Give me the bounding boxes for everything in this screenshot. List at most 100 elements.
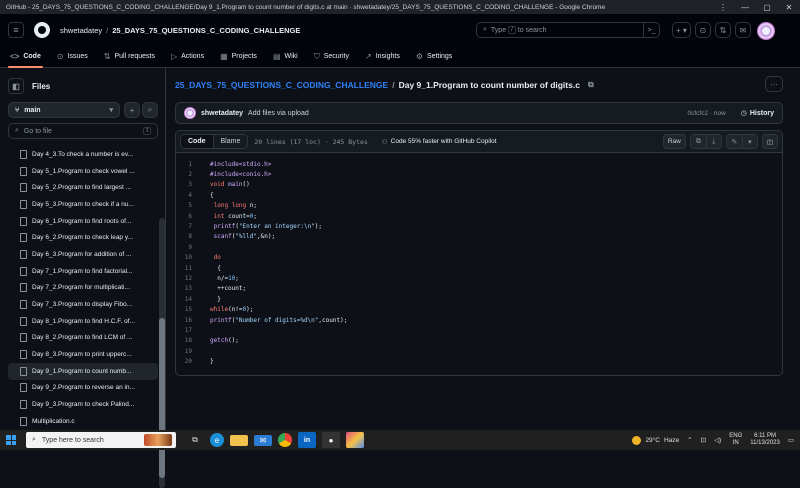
go-to-file-input[interactable]: ⌕ Go to file t — [8, 123, 158, 139]
line-number[interactable]: 15 — [176, 306, 206, 313]
file-tree-item[interactable]: Day 8_2.Program to find LCM of ... — [8, 330, 158, 347]
file-tree-item[interactable]: Day 6_3.Program for addition of ... — [8, 246, 158, 263]
notifications-icon[interactable]: ▭ — [788, 436, 794, 444]
tab-insights[interactable]: ↗ Insights — [365, 46, 400, 68]
raw-button[interactable]: Raw — [662, 134, 686, 149]
tray-chevron-icon[interactable]: ⌃ — [687, 436, 692, 444]
line-number[interactable]: 4 — [176, 192, 206, 199]
chrome-menu-icon[interactable]: ⋮ — [712, 3, 734, 12]
tab-actions[interactable]: ▷ Actions — [171, 46, 204, 68]
commit-sha[interactable]: 0cfcfc2 · now — [687, 110, 725, 117]
app-icon[interactable] — [346, 432, 364, 448]
commit-message[interactable]: Add files via upload — [248, 110, 309, 117]
task-view-icon[interactable]: ⧉ — [186, 432, 204, 448]
more-options-button[interactable]: ··· — [765, 76, 783, 92]
line-number[interactable]: 1 — [176, 161, 206, 168]
create-new-button[interactable]: + ▾ — [672, 22, 691, 38]
line-number[interactable]: 16 — [176, 317, 206, 324]
tab-settings[interactable]: ⚙ Settings — [416, 46, 452, 68]
file-explorer-icon[interactable] — [230, 434, 248, 446]
clock[interactable]: 6:11 PM 11/13/2023 — [750, 433, 780, 448]
github-logo-icon[interactable] — [34, 22, 50, 38]
avatar[interactable] — [756, 22, 775, 40]
tab-projects[interactable]: ▦ Projects — [220, 46, 257, 68]
file-tree-item[interactable]: Day 5_3.Program to check if a nu... — [8, 196, 158, 213]
file-tree-item[interactable]: Day 8_1.Program to find H.C.F. of... — [8, 313, 158, 330]
command-palette-icon[interactable]: >_ — [643, 22, 659, 38]
network-icon[interactable]: ⊡ — [701, 436, 706, 444]
minimize-button[interactable]: — — [734, 3, 756, 12]
file-tree-item[interactable]: Day 8_3.Program to print upperc... — [8, 346, 158, 363]
line-number[interactable]: 2 — [176, 171, 206, 178]
close-button[interactable]: ✕ — [778, 3, 800, 12]
line-number[interactable]: 11 — [176, 265, 206, 272]
file-tree-item[interactable]: Day 9_3.Program to check Palind... — [8, 396, 158, 413]
start-button[interactable] — [0, 430, 22, 450]
file-tree-item[interactable]: Day 9_1.Program to count numb... — [8, 362, 158, 380]
branch-selector[interactable]: ⑂ main ▾ — [8, 102, 120, 118]
issues-icon[interactable]: ⊙ — [694, 22, 711, 38]
copy-icon[interactable]: ⧉ — [690, 135, 706, 148]
volume-icon[interactable]: ◁) — [714, 436, 721, 444]
download-icon[interactable]: ⤓ — [705, 135, 721, 148]
tab-code-view[interactable]: Code — [181, 135, 214, 148]
copy-path-icon[interactable]: ⧉ — [588, 80, 594, 90]
tab-pull-requests[interactable]: ⇅ Pull requests — [104, 46, 155, 68]
tab-wiki[interactable]: ▤ Wiki — [273, 46, 298, 68]
chevron-down-icon[interactable]: ▾ — [741, 135, 757, 148]
line-number[interactable]: 13 — [176, 285, 206, 292]
line-number[interactable]: 12 — [176, 275, 206, 282]
add-file-button[interactable]: + — [124, 102, 140, 118]
scrollbar-thumb[interactable] — [159, 318, 165, 478]
copilot-promo[interactable]: ⚇ Code 55% faster with GitHub Copilot — [382, 138, 497, 146]
history-button[interactable]: ◷ History — [741, 109, 774, 118]
file-tree-item[interactable]: Day 9_2.Program to reverse an in... — [8, 380, 158, 397]
line-number[interactable]: 5 — [176, 202, 206, 209]
file-tree-item[interactable]: Day 5_2.Program to find largest ... — [8, 179, 158, 196]
file-tree-item[interactable]: Day 6_1.Program to find roots of... — [8, 213, 158, 230]
tab-blame-view[interactable]: Blame — [213, 135, 248, 148]
mail-icon[interactable]: ✉ — [254, 434, 272, 446]
menu-button[interactable]: ≡ — [8, 22, 24, 38]
maximize-button[interactable]: ▢ — [756, 3, 778, 12]
file-tree-item[interactable]: Day 6_2.Program to check leap y... — [8, 229, 158, 246]
line-number[interactable]: 9 — [176, 244, 206, 251]
line-number[interactable]: 17 — [176, 327, 206, 334]
pencil-icon[interactable]: ✎ — [726, 135, 742, 148]
repo-link[interactable]: 25_DAYS_75_QUESTIONS_C_CODING_CHALLENGE — [112, 26, 300, 35]
tab-security[interactable]: ⛉ Security — [314, 46, 349, 68]
file-tree-item[interactable]: Day 7_3.Program to display Fibo... — [8, 296, 158, 313]
search-input[interactable]: ⌕ Type / to search >_ — [476, 22, 660, 38]
language-indicator[interactable]: ENG IN — [729, 433, 742, 448]
github-icon[interactable]: ● — [322, 432, 340, 448]
file-tree-item[interactable]: Day 7_2.Program for multiplicati... — [8, 280, 158, 297]
weather-widget[interactable]: 29°C Haze — [632, 435, 679, 445]
inbox-icon[interactable]: ✉ — [734, 22, 751, 38]
tab-issues[interactable]: ⊙ Issues — [57, 46, 88, 68]
file-tree-item[interactable]: Multiplication.c — [8, 413, 158, 430]
line-number[interactable]: 18 — [176, 337, 206, 344]
search-files-icon[interactable]: ⌕ — [142, 102, 158, 118]
repo-root-link[interactable]: 25_DAYS_75_QUESTIONS_C_CODING_CHALLENGE — [175, 80, 388, 90]
line-number[interactable]: 8 — [176, 233, 206, 240]
file-tree-item[interactable]: Day 7_1.Program to find factorial... — [8, 263, 158, 280]
line-number[interactable]: 20 — [176, 358, 206, 365]
linkedin-icon[interactable]: in — [298, 432, 316, 448]
line-number[interactable]: 6 — [176, 213, 206, 220]
commit-author[interactable]: shwetadatey — [201, 110, 243, 117]
tab-code[interactable]: <> Code — [8, 46, 43, 68]
owner-link[interactable]: shwetadatey — [60, 26, 102, 35]
line-number[interactable]: 3 — [176, 181, 206, 188]
edge-icon[interactable]: e — [210, 433, 224, 447]
taskbar-search-input[interactable]: ⌕ Type here to search — [26, 432, 176, 448]
line-number[interactable]: 10 — [176, 254, 206, 261]
line-number[interactable]: 7 — [176, 223, 206, 230]
sidebar-collapse-icon[interactable]: ◧ — [8, 78, 24, 94]
symbols-panel-icon[interactable]: ◫ — [761, 134, 778, 149]
file-tree-item[interactable]: Day 5_1.Program to check vowel ... — [8, 163, 158, 180]
file-tree-item[interactable]: Day 4_3.To check a number is ev... — [8, 146, 158, 163]
avatar[interactable] — [184, 107, 196, 119]
line-number[interactable]: 14 — [176, 296, 206, 303]
pull-requests-icon[interactable]: ⇅ — [714, 22, 731, 38]
line-number[interactable]: 19 — [176, 348, 206, 355]
